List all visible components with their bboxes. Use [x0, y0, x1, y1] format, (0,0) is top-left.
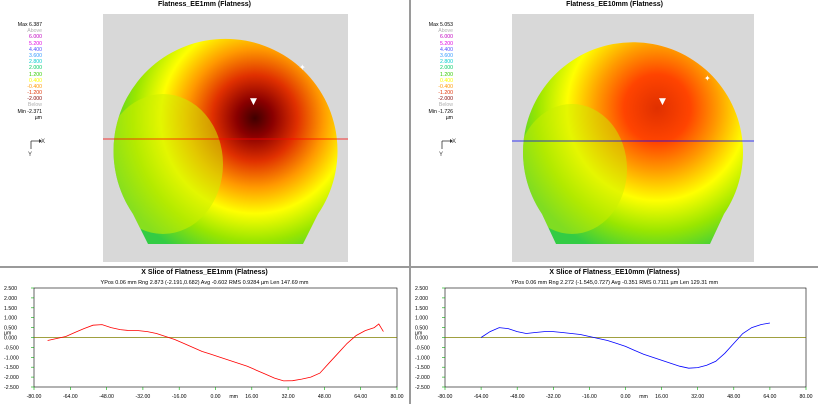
slice-panel-right: X Slice of Flatness_EE10mm (Flatness) YP… — [411, 268, 818, 404]
y-tick-label: 2.000 — [415, 296, 428, 302]
y-tick-label: 2.500 — [415, 286, 428, 292]
slice-panel-left: X Slice of Flatness_EE1mm (Flatness) YPo… — [0, 268, 409, 404]
x-tick-label: -32.00 — [546, 394, 561, 400]
y-tick-label: -1.000 — [4, 355, 19, 361]
x-tick-label: 16.00 — [245, 394, 258, 400]
x-tick-label: 0.00 — [620, 394, 630, 400]
axes-orientation-icon: X Y — [26, 135, 46, 159]
map-title: Flatness_EE10mm (Flatness) — [566, 1, 663, 8]
axes-orientation-icon: X Y — [437, 135, 457, 159]
y-tick-label: 2.500 — [4, 286, 17, 292]
y-tick-label: 0.000 — [415, 336, 428, 342]
x-tick-label: -48.00 — [99, 394, 114, 400]
x-tick-label: 64.00 — [763, 394, 776, 400]
y-tick-label: 1.500 — [415, 306, 428, 312]
y-tick-label: 0.000 — [4, 336, 17, 342]
axis-x-label: X — [452, 139, 456, 145]
y-tick-label: 1.000 — [415, 316, 428, 322]
max-marker-icon: ✦ — [299, 63, 306, 72]
y-tick-label: -2.500 — [4, 385, 19, 391]
x-tick-label: -32.00 — [136, 394, 151, 400]
x-tick-label: -64.00 — [63, 394, 78, 400]
y-tick-label: -1.500 — [415, 365, 430, 371]
map-plot-area: ▼ ✦ — [512, 14, 754, 262]
axis-y-label: Y — [439, 152, 443, 157]
x-tick-label: -64.00 — [474, 394, 489, 400]
max-marker-icon: ✦ — [704, 74, 711, 83]
x-tick-label: 32.00 — [282, 394, 295, 400]
map-title: Flatness_EE1mm (Flatness) — [158, 1, 251, 8]
x-tick-label: mm — [229, 394, 238, 400]
x-tick-label: 80.00 — [800, 394, 813, 400]
axis-y-label: Y — [28, 152, 32, 157]
slice-chart: 2.5002.0001.5001.0000.500µm0.000-0.500-1… — [4, 286, 404, 400]
y-tick-label: -2.500 — [415, 385, 430, 391]
min-marker-icon: ▼ — [250, 97, 257, 107]
axis-x-label: X — [41, 139, 45, 145]
x-tick-label: 48.00 — [727, 394, 740, 400]
flatness-map: ▼ ✦ — [103, 38, 348, 244]
y-tick-label: 2.000 — [4, 296, 17, 302]
x-tick-label: 0.00 — [210, 394, 220, 400]
y-tick-label: -1.500 — [4, 365, 19, 371]
flatness-map: ▼ ✦ — [512, 42, 754, 244]
x-tick-label: 16.00 — [655, 394, 668, 400]
x-tick-label: 32.00 — [691, 394, 704, 400]
legend-entry: µm — [445, 114, 453, 121]
x-tick-label: 64.00 — [354, 394, 367, 400]
map-panel-right: Flatness_EE10mm (Flatness) Max 5.053 Abov… — [411, 0, 818, 266]
x-tick-label: -80.00 — [438, 394, 453, 400]
min-marker-icon: ▼ — [659, 97, 666, 107]
x-tick-label: -16.00 — [582, 394, 597, 400]
y-tick-label: -2.000 — [4, 375, 19, 381]
x-tick-label: -48.00 — [510, 394, 525, 400]
y-tick-label: -1.000 — [415, 355, 430, 361]
x-tick-label: 80.00 — [391, 394, 404, 400]
x-tick-label: -80.00 — [27, 394, 42, 400]
x-tick-label: mm — [639, 394, 648, 400]
y-tick-label: -2.000 — [415, 375, 430, 381]
y-tick-label: 1.500 — [4, 306, 17, 312]
legend-entry: µm — [34, 114, 42, 121]
map-panel-left: Flatness_EE1mm (Flatness) Max 6.387 Above… — [0, 0, 409, 266]
y-tick-label: -0.500 — [415, 345, 430, 351]
map-plot-area: ▼ ✦ — [103, 14, 348, 262]
y-tick-label: -0.500 — [4, 345, 19, 351]
x-tick-label: 48.00 — [318, 394, 331, 400]
color-legend: Max 6.387 Above 6.000 5.200 4.400 3.600 2.800 2… — [6, 22, 42, 121]
color-legend: Max 5.053 Above 6.000 5.200 4.400 3.600 2.800 2… — [417, 22, 453, 121]
x-tick-label: -16.00 — [172, 394, 187, 400]
y-tick-label: 1.000 — [4, 316, 17, 322]
slice-chart: 2.5002.0001.5001.0000.500µm0.000-0.500-1… — [415, 286, 813, 400]
